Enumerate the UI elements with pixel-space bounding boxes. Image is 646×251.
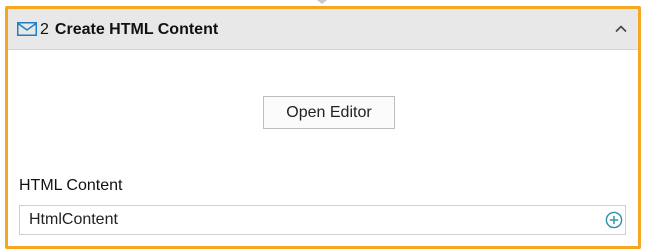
plus-circle-icon[interactable] — [605, 211, 623, 229]
html-content-field[interactable] — [19, 205, 626, 235]
connector-notch — [317, 0, 327, 4]
chevron-up-icon[interactable] — [612, 20, 630, 38]
html-content-input[interactable] — [20, 206, 590, 234]
open-editor-button[interactable]: Open Editor — [263, 96, 395, 129]
envelope-icon — [17, 22, 37, 36]
activity-header[interactable]: 2 Create HTML Content — [8, 9, 638, 50]
activity-title: 2 Create HTML Content — [40, 20, 218, 40]
html-content-label: HTML Content — [19, 177, 123, 194]
activity-title-text: Create HTML Content — [54, 21, 219, 38]
step-number: 2 — [40, 21, 49, 38]
activity-card-create-html-content[interactable]: 2 Create HTML Content Open Editor HTML Co… — [5, 6, 641, 249]
